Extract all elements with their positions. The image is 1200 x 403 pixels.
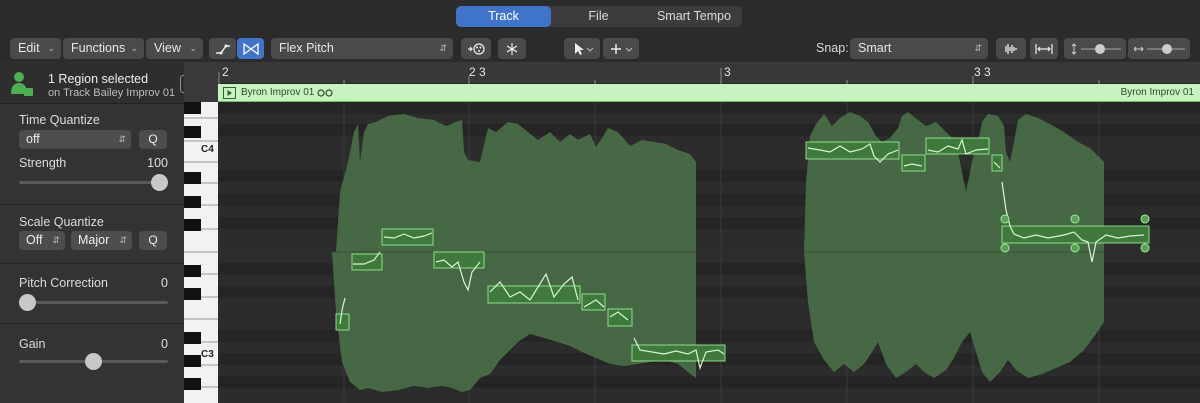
vertical-zoom-slider (1071, 42, 1121, 55)
ruler-mark-3: 3 (724, 65, 731, 79)
region-header[interactable]: Byron Improv 01 Byron Improv 01 (218, 84, 1200, 102)
fit-horizontal-button[interactable] (1030, 38, 1058, 59)
selection-title: 1 Region selected (48, 72, 149, 86)
view-menu-label: View (154, 41, 181, 55)
fit-width-icon (1035, 43, 1053, 54)
chevron-down-icon: ⌄ (189, 43, 197, 53)
region-name-right: Byron Improv 01 (1120, 87, 1194, 98)
scale-quantize-mode-value: Off (26, 233, 43, 247)
tab-smart-tempo[interactable]: Smart Tempo (646, 6, 742, 27)
time-quantize-title: Time Quantize (19, 113, 100, 127)
selection-subtitle: on Track Bailey Improv 01 (48, 87, 176, 99)
chevron-down-icon: ⌄ (130, 43, 138, 53)
scale-quantize-scale-select[interactable]: Major ⇵ (71, 231, 132, 250)
strength-title: Strength (19, 156, 67, 170)
selection-header: 1 Region selected on Track Bailey Improv… (0, 62, 210, 104)
chevron-updown-icon: ⇵ (118, 134, 126, 144)
vertical-zoom-control[interactable] (1064, 38, 1126, 59)
bar-ruler[interactable]: 2 2 3 3 3 3 (218, 62, 1200, 84)
split-icon (506, 42, 518, 55)
flex-icon (242, 42, 259, 55)
gain-title: Gain (19, 337, 46, 351)
gain-value: 0 (161, 337, 168, 351)
palette-icon (468, 42, 485, 55)
track-avatar-icon (11, 72, 33, 96)
pitch-correction-title: Pitch Correction (19, 276, 108, 290)
scale-quantize-q-button[interactable]: Q (139, 231, 167, 250)
functions-menu-label: Functions (71, 41, 126, 55)
crosshair-icon (611, 43, 633, 54)
flex-mode-select[interactable]: Flex Pitch ⇵ (271, 38, 453, 59)
ruler-ticks (218, 68, 1100, 84)
midi-in-button[interactable] (461, 38, 491, 59)
flex-toggle-button[interactable] (237, 38, 264, 59)
edit-menu-label: Edit (18, 41, 40, 55)
gain-slider-knob[interactable] (85, 353, 102, 370)
chevron-updown-icon: ⇵ (119, 235, 127, 245)
tab-file[interactable]: File (551, 6, 646, 27)
time-quantize-section: Time Quantize off ⇵ Q Strength 100 (0, 104, 184, 205)
waveform-zoom-button[interactable] (996, 38, 1026, 59)
ruler-mark-2-3: 2 3 (469, 65, 486, 79)
time-quantize-select[interactable]: off ⇵ (19, 130, 131, 149)
functions-menu-button[interactable]: Functions ⌄ (63, 38, 144, 59)
pitch-correction-section: Pitch Correction 0 (0, 264, 184, 324)
strength-slider-knob[interactable] (151, 174, 168, 191)
region-play-icon (223, 87, 236, 99)
pitch-correction-value: 0 (161, 276, 168, 290)
time-quantize-q-button[interactable]: Q (139, 130, 167, 149)
tab-track[interactable]: Track (456, 6, 551, 27)
waveform-icon (1005, 43, 1017, 54)
chevron-down-icon: ⌄ (47, 43, 55, 53)
c4-label: C4 (201, 144, 214, 155)
editor-toolbar: Edit ⌄ Functions ⌄ View ⌄ Flex Pitch ⇵ S… (0, 35, 1200, 62)
flex-mode-value: Flex Pitch (279, 41, 334, 55)
gain-section: Gain 0 (0, 324, 184, 403)
chevron-updown-icon: ⇵ (439, 43, 447, 53)
tab-group: Track File Smart Tempo (456, 6, 742, 27)
chevron-updown-icon: ⇵ (52, 235, 60, 245)
view-menu-button[interactable]: View ⌄ (146, 38, 203, 59)
snap-value: Smart (858, 41, 892, 55)
pointer-icon (575, 42, 594, 55)
c3-label: C3 (201, 349, 214, 360)
pointer-tool-select[interactable] (564, 38, 600, 59)
strength-value: 100 (147, 156, 168, 170)
scale-quantize-mode-select[interactable]: Off ⇵ (19, 231, 65, 250)
pitch-correction-slider-track[interactable] (19, 301, 168, 304)
tab-bar: Track File Smart Tempo (0, 0, 1200, 35)
ruler-mark-2: 2 (222, 65, 229, 79)
split-button[interactable] (498, 38, 526, 59)
horizontal-zoom-slider (1134, 43, 1185, 54)
curve-tool-icon (215, 44, 230, 54)
scale-quantize-title: Scale Quantize (19, 215, 104, 229)
scale-quantize-scale-value: Major (78, 233, 110, 247)
snap-select[interactable]: Smart ⇵ (850, 38, 988, 59)
ruler-mark-3-3: 3 3 (974, 65, 991, 79)
pitch-correction-slider-knob[interactable] (19, 294, 36, 311)
edit-menu-button[interactable]: Edit ⌄ (10, 38, 61, 59)
inspector-panel: 1 Region selected on Track Bailey Improv… (0, 62, 210, 403)
snap-label: Snap: (816, 41, 849, 55)
scale-quantize-section: Scale Quantize Off ⇵ Major ⇵ Q (0, 205, 184, 264)
piano-keyboard[interactable]: C4 C3 (184, 62, 218, 403)
horizontal-zoom-control[interactable] (1128, 38, 1190, 59)
time-quantize-value: off (26, 132, 40, 146)
crosshair-tool-select[interactable] (603, 38, 639, 59)
strength-slider-track[interactable] (19, 181, 168, 184)
catch-playhead-button[interactable] (209, 38, 236, 59)
flex-pitch-editor[interactable] (218, 102, 1200, 403)
loop-icon (317, 89, 333, 97)
chevron-updown-icon: ⇵ (974, 43, 982, 53)
region-name-left: Byron Improv 01 (241, 87, 315, 98)
flex-pitch-canvas (218, 102, 1200, 403)
